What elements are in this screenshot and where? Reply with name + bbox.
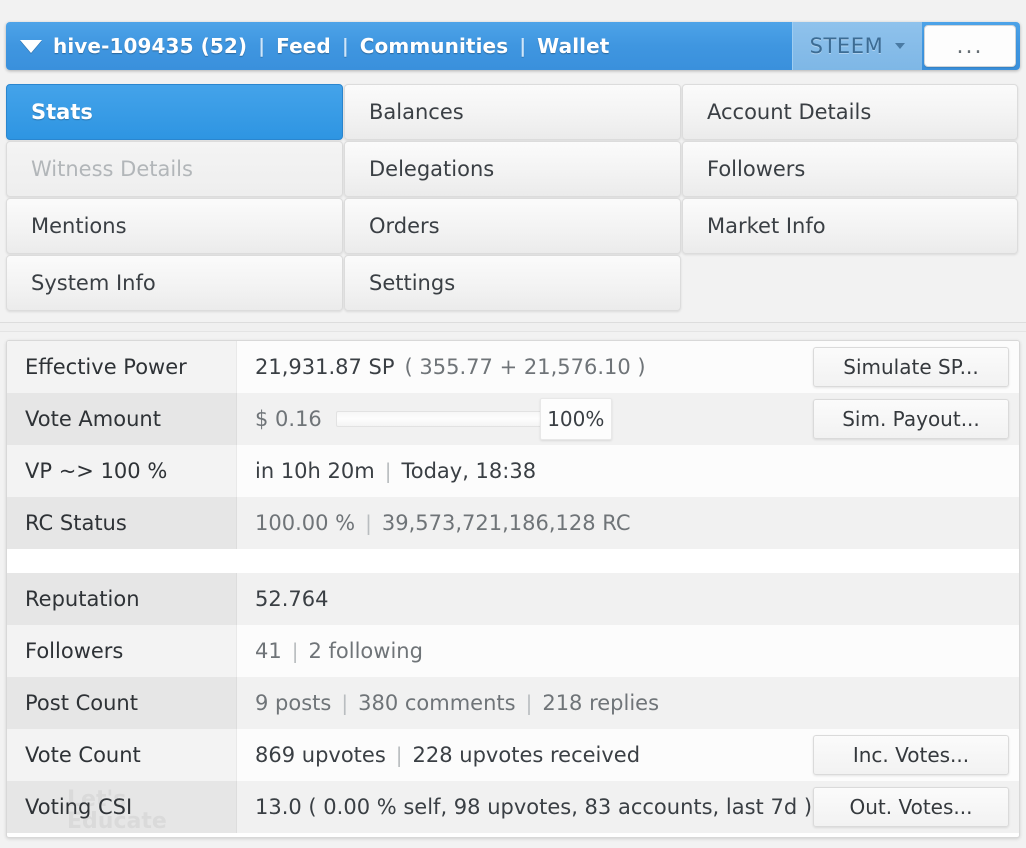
vote-weight-slider-track[interactable] [336, 411, 542, 427]
section-divider [0, 322, 1026, 332]
stat-label: Vote Count [7, 729, 237, 781]
outgoing-votes-button[interactable]: Out. Votes... [813, 787, 1009, 827]
primary-nav: hive-109435 (52) | Feed | Communities | … [6, 34, 792, 58]
tab-account-details[interactable]: Account Details [682, 84, 1018, 140]
tab-mentions[interactable]: Mentions [6, 198, 343, 254]
stats-group-gap [7, 549, 1019, 573]
caret-down-icon[interactable] [20, 40, 42, 53]
stat-row-reputation: Reputation 52.764 [7, 573, 1019, 625]
stat-row-followers: Followers 41 | 2 following [7, 625, 1019, 677]
vp-recharge-time: Today, 18:38 [401, 459, 536, 483]
value-separator: | [396, 743, 403, 767]
stat-label: Reputation [7, 573, 237, 625]
tab-grid: Stats Balances Account Details Witness D… [6, 84, 1020, 311]
stat-row-vote-count: Vote Count 869 upvotes | 228 upvotes rec… [7, 729, 1019, 781]
stat-row-post-count: Post Count 9 posts | 380 comments | 218 … [7, 677, 1019, 729]
voting-csi-value: 13.0 ( 0.00 % self, 98 upvotes, 83 accou… [255, 795, 812, 819]
reputation-value: 52.764 [255, 587, 328, 611]
tab-delegations[interactable]: Delegations [344, 141, 681, 197]
tab-system-info[interactable]: System Info [6, 255, 343, 311]
followers-count: 41 [255, 639, 282, 663]
stat-row-voting-csi: Voting CSI 13.0 ( 0.00 % self, 98 upvote… [7, 781, 1019, 833]
tab-balances[interactable]: Balances [344, 84, 681, 140]
nav-separator-3: | [519, 35, 526, 57]
tab-witness-details: Witness Details [6, 141, 343, 197]
upvotes-given: 869 upvotes [255, 743, 386, 767]
stat-row-voting-power: VP ~> 100 % in 10h 20m | Today, 18:38 [7, 445, 1019, 497]
following-count: 2 following [308, 639, 422, 663]
tab-market-info[interactable]: Market Info [682, 198, 1018, 254]
sim-payout-button[interactable]: Sim. Payout... [813, 399, 1009, 439]
value-separator: | [292, 639, 299, 663]
rc-absolute: 39,573,721,186,128 RC [382, 511, 631, 535]
tab-grid-empty-cell [682, 255, 1018, 311]
vote-weight-slider-handle[interactable]: 100% [540, 398, 612, 440]
stat-value: in 10h 20m | Today, 18:38 [237, 445, 1019, 497]
incoming-votes-button[interactable]: Inc. Votes... [813, 735, 1009, 775]
comments-count: 380 comments [358, 691, 515, 715]
effective-power-total: 21,931.87 SP [255, 355, 395, 379]
stat-label: Effective Power [7, 341, 237, 393]
chain-selector-label: STEEM [810, 34, 884, 58]
stat-label: Post Count [7, 677, 237, 729]
stats-panel: Effective Power 21,931.87 SP ( 355.77 + … [6, 340, 1020, 838]
stat-label: RC Status [7, 497, 237, 549]
value-separator: | [341, 691, 348, 715]
nav-separator-1: | [258, 35, 265, 57]
vote-amount-value: $ 0.16 [255, 407, 322, 431]
value-separator: | [365, 511, 372, 535]
more-options-button[interactable]: ... [924, 25, 1016, 67]
stat-value: 9 posts | 380 comments | 218 replies [237, 677, 1019, 729]
topbar-right-controls: STEEM ... [792, 22, 1020, 70]
stat-row-effective-power: Effective Power 21,931.87 SP ( 355.77 + … [7, 341, 1019, 393]
chain-selector-button[interactable]: STEEM [792, 22, 922, 70]
nav-link-communities[interactable]: Communities [360, 34, 508, 58]
nav-link-wallet[interactable]: Wallet [537, 34, 609, 58]
stat-value: 41 | 2 following [237, 625, 1019, 677]
replies-count: 218 replies [542, 691, 659, 715]
stat-row-rc-status: RC Status 100.00 % | 39,573,721,186,128 … [7, 497, 1019, 549]
top-navigation-bar: hive-109435 (52) | Feed | Communities | … [6, 22, 1020, 70]
simulate-sp-button[interactable]: Simulate SP... [813, 347, 1009, 387]
nav-link-feed[interactable]: Feed [276, 34, 331, 58]
vp-recharge-eta: in 10h 20m [255, 459, 375, 483]
posts-count: 9 posts [255, 691, 331, 715]
stat-label: Vote Amount [7, 393, 237, 445]
stat-value: 52.764 [237, 573, 1019, 625]
rc-percent: 100.00 % [255, 511, 355, 535]
effective-power-breakdown: ( 355.77 + 21,576.10 ) [405, 355, 646, 379]
upvotes-received: 228 upvotes received [413, 743, 641, 767]
app-window: hive-109435 (52) | Feed | Communities | … [0, 0, 1026, 848]
stat-label: VP ~> 100 % [7, 445, 237, 497]
stat-value: 100.00 % | 39,573,721,186,128 RC [237, 497, 1019, 549]
account-menu-label[interactable]: hive-109435 (52) [53, 34, 247, 58]
chevron-down-icon [895, 43, 905, 49]
tab-followers[interactable]: Followers [682, 141, 1018, 197]
stat-label: Followers [7, 625, 237, 677]
nav-separator-2: | [342, 35, 349, 57]
stat-row-vote-amount: Vote Amount $ 0.16 100% Sim. Payout... [7, 393, 1019, 445]
stat-label: Voting CSI [7, 781, 237, 833]
vote-weight-slider[interactable]: 100% [336, 393, 612, 445]
value-separator: | [526, 691, 533, 715]
tab-stats[interactable]: Stats [6, 84, 343, 140]
tab-orders[interactable]: Orders [344, 198, 681, 254]
value-separator: | [385, 459, 392, 483]
tab-settings[interactable]: Settings [344, 255, 681, 311]
